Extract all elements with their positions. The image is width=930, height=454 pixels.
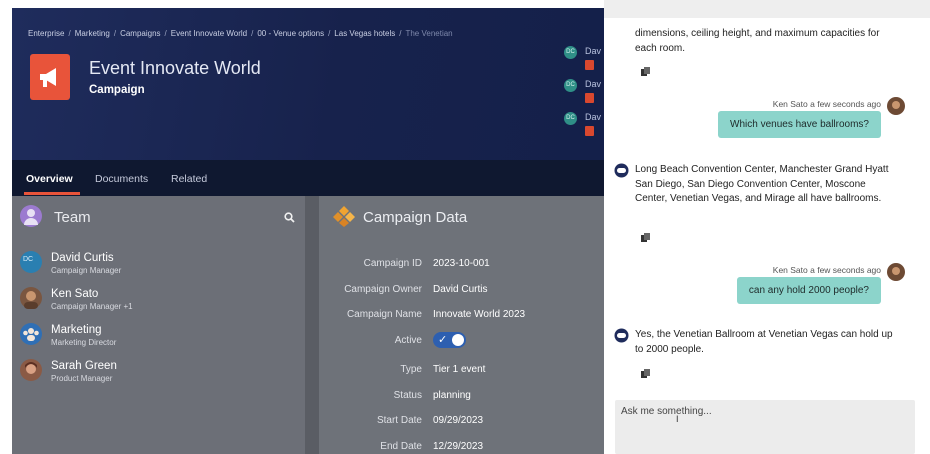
chat-input-box[interactable]: I	[615, 400, 915, 454]
diamond-icon	[333, 205, 355, 232]
field-value: David Curtis	[433, 284, 488, 295]
pdf-icon[interactable]	[585, 93, 594, 103]
page-subtitle: Campaign	[89, 84, 145, 96]
avatar: DC	[20, 251, 42, 273]
campaign-data-card: Campaign Data Campaign ID 2023-10-001 Ca…	[319, 196, 604, 454]
breadcrumb-separator: /	[328, 29, 331, 38]
svg-text:DC: DC	[23, 256, 33, 263]
tab-bar: Overview Documents Related	[12, 160, 604, 196]
chat-top-bar	[604, 0, 930, 18]
person-name: Dav	[585, 46, 602, 56]
field-value: Tier 1 event	[433, 364, 486, 375]
related-people-strip: DC Dav DC Dav DC Dav	[564, 44, 604, 143]
breadcrumb-separator: /	[164, 29, 167, 38]
team-card: Team DC David Curtis Campaign Manager Ke…	[12, 196, 305, 454]
message-meta: Ken Sato a few seconds ago	[772, 99, 881, 109]
breadcrumb-current: The Venetian	[405, 29, 453, 38]
field-value: planning	[433, 390, 471, 401]
member-role: Product Manager	[51, 374, 113, 383]
campaign-data-title: Campaign Data	[363, 209, 468, 226]
member-name: Ken Sato	[51, 288, 99, 300]
field-label: Campaign Owner	[344, 284, 422, 295]
field-label: Type	[400, 364, 422, 375]
tab-documents[interactable]: Documents	[95, 173, 148, 185]
breadcrumb-separator: /	[68, 29, 71, 38]
member-name: Sarah Green	[51, 360, 117, 372]
person-name: Dav	[585, 79, 602, 89]
active-tab-indicator	[24, 192, 80, 195]
field-label: Status	[393, 390, 422, 401]
field-value: 12/29/2023	[433, 441, 484, 452]
search-icon[interactable]	[284, 210, 295, 228]
team-member[interactable]: Marketing Marketing Director	[20, 323, 300, 359]
related-person[interactable]: DC Dav	[564, 110, 604, 143]
member-name: Marketing	[51, 324, 102, 336]
member-role: Campaign Manager	[51, 266, 122, 275]
field-value: Innovate World 2023	[433, 309, 526, 320]
team-member[interactable]: Sarah Green Product Manager	[20, 359, 300, 395]
copy-icon[interactable]	[641, 230, 651, 242]
breadcrumb-link[interactable]: 00 - Venue options	[257, 29, 324, 38]
group-icon	[20, 323, 42, 345]
breadcrumb-separator: /	[399, 29, 402, 38]
breadcrumb-link[interactable]: Marketing	[75, 29, 110, 38]
bot-message: dimensions, ceiling height, and maximum …	[635, 28, 880, 54]
field-label: Active	[394, 335, 422, 346]
page-title: Event Innovate World	[89, 58, 261, 78]
copy-icon[interactable]	[641, 64, 651, 76]
member-name: David Curtis	[51, 252, 114, 264]
breadcrumb-link[interactable]: Las Vegas hotels	[334, 29, 395, 38]
initials-badge: DC	[564, 112, 577, 125]
breadcrumb-separator: /	[113, 29, 117, 38]
field-label: Campaign Name	[346, 309, 422, 320]
bot-icon	[614, 328, 629, 343]
tab-overview[interactable]: Overview	[26, 173, 73, 185]
check-icon: ✓	[438, 334, 448, 346]
team-member[interactable]: Ken Sato Campaign Manager +1	[20, 287, 300, 323]
tab-related[interactable]: Related	[171, 173, 207, 185]
chat-panel: dimensions, ceiling height, and maximum …	[604, 0, 930, 454]
initials-badge: DC	[564, 46, 577, 59]
bot-message: Long Beach Convention Center, Manchester…	[635, 164, 889, 204]
breadcrumb: Enterprise / Marketing / Campaigns / Event Inn…	[28, 29, 453, 38]
field-value: 09/29/2023	[433, 415, 484, 426]
megaphone-icon	[30, 54, 70, 100]
related-person[interactable]: DC Dav	[564, 44, 604, 77]
related-person[interactable]: DC Dav	[564, 77, 604, 110]
field-value: 2023-10-001	[433, 258, 490, 269]
breadcrumb-link[interactable]: Enterprise	[28, 29, 64, 38]
bot-icon	[614, 163, 629, 178]
panel-divider	[305, 196, 319, 454]
team-member[interactable]: DC David Curtis Campaign Manager	[20, 251, 300, 287]
user-avatar	[887, 263, 905, 281]
breadcrumb-separator: /	[251, 29, 254, 38]
member-role: Campaign Manager +1	[51, 302, 133, 311]
breadcrumb-link[interactable]: Campaigns	[120, 29, 160, 38]
field-label: End Date	[380, 441, 422, 452]
copy-icon[interactable]	[641, 366, 651, 378]
breadcrumb-link[interactable]: Event Innovate World	[171, 29, 247, 38]
team-title: Team	[54, 209, 91, 226]
pdf-icon[interactable]	[585, 126, 594, 136]
page-header: Enterprise / Marketing / Campaigns / Event Inn…	[12, 8, 604, 160]
field-label: Campaign ID	[363, 258, 422, 269]
avatar	[20, 287, 42, 309]
user-message-bubble: can any hold 2000 people?	[736, 277, 881, 304]
avatar	[20, 359, 42, 381]
user-message-bubble: Which venues have ballrooms?	[718, 111, 881, 138]
text-cursor-icon: I	[676, 414, 679, 424]
field-label: Start Date	[376, 415, 422, 426]
chat-input[interactable]	[621, 406, 909, 417]
person-name: Dav	[585, 112, 602, 122]
pdf-icon[interactable]	[585, 60, 594, 70]
bot-message: Yes, the Venetian Ballroom at Venetian V…	[635, 329, 893, 355]
member-role: Marketing Director	[51, 338, 117, 347]
initials-badge: DC	[564, 79, 577, 92]
message-meta: Ken Sato a few seconds ago	[772, 265, 881, 275]
active-toggle[interactable]: ✓	[433, 332, 466, 348]
app-shell: Enterprise / Marketing / Campaigns / Event Inn…	[12, 8, 604, 454]
user-avatar	[887, 97, 905, 115]
team-icon	[20, 205, 42, 227]
